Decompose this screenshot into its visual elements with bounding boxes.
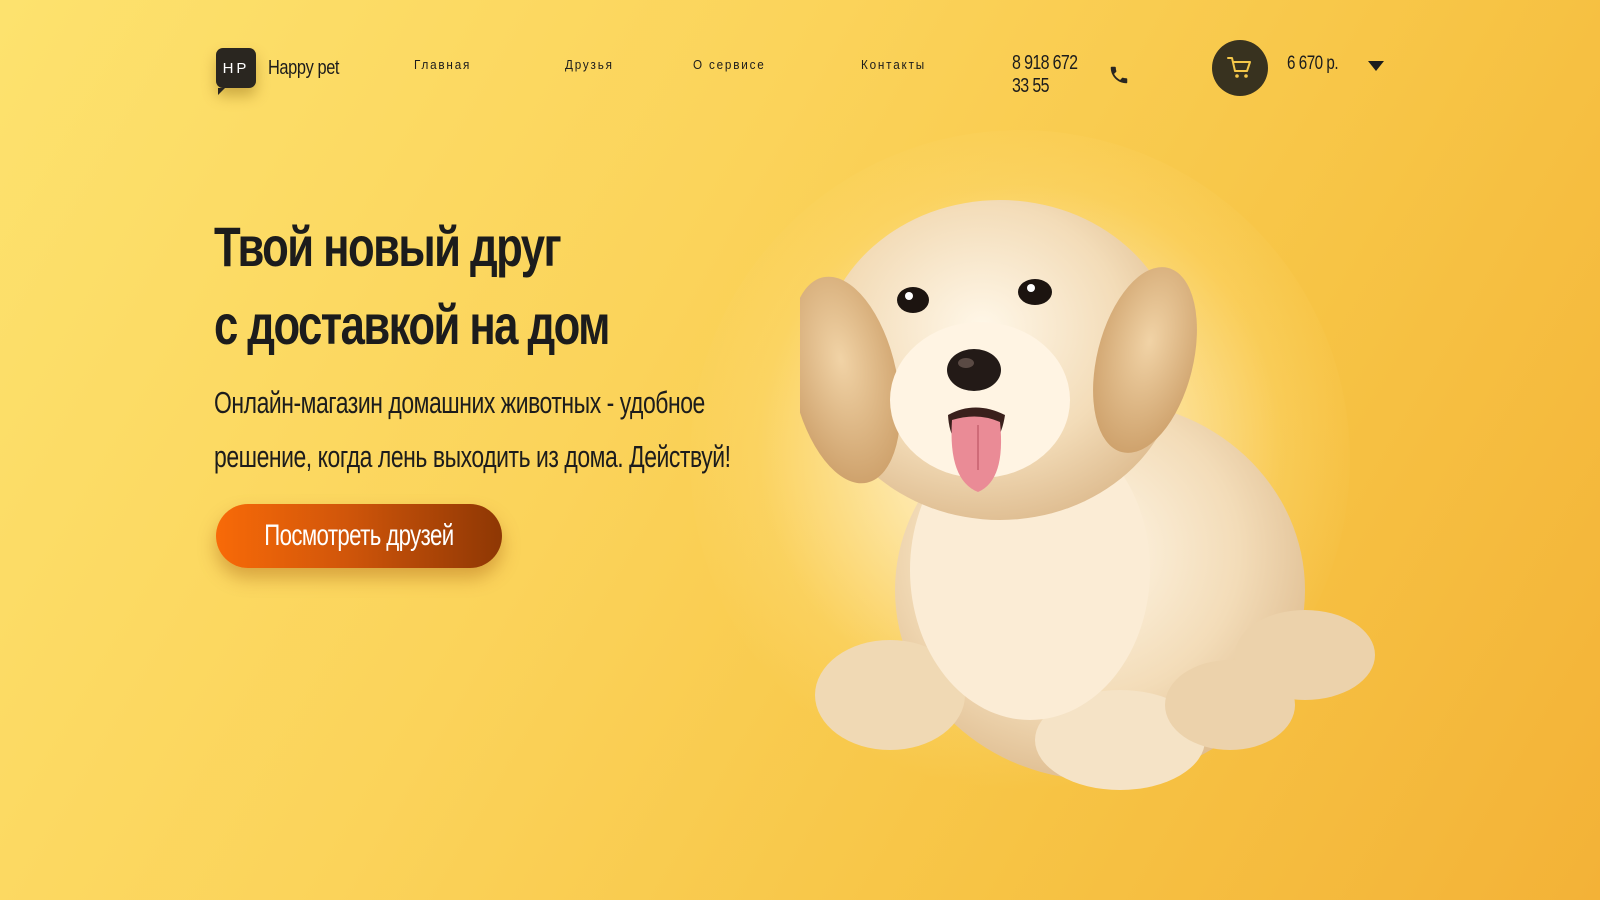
cart-total: 6 670 р. (1287, 53, 1339, 74)
view-friends-label: Посмотреть друзей (264, 519, 454, 552)
view-friends-button[interactable]: Посмотреть друзей (216, 504, 502, 568)
hero-title-line: с доставкой на дом (214, 293, 610, 356)
site-header: HP Happy pet Главная Друзья О сервисе Ко… (0, 0, 1600, 130)
logo[interactable]: HP Happy pet (216, 48, 355, 95)
cart-icon (1227, 57, 1251, 78)
caret-down-icon[interactable] (1367, 60, 1385, 72)
hero-title-line: Твой новый друг (214, 215, 562, 278)
hero-subtitle-line: решение, когда лень выходить из дома. Де… (214, 439, 731, 474)
hero-subtitle-line: Онлайн-магазин домашних животных - удобн… (214, 385, 705, 420)
nav-link-home[interactable]: Главная (414, 57, 471, 72)
phone-link[interactable]: 8 918 672 33 55 (1012, 52, 1130, 98)
logo-mark: HP (216, 48, 256, 95)
brand-name: Happy pet (268, 56, 340, 79)
nav-link-friends[interactable]: Друзья (565, 57, 614, 72)
phone-number: 8 918 672 33 55 (1012, 52, 1078, 97)
hero-subtitle: Онлайн-магазин домашних животных - удобн… (214, 376, 731, 484)
phone-icon (1110, 66, 1128, 84)
nav-link-about[interactable]: О сервисе (693, 57, 766, 72)
puppy-illustration (800, 200, 1375, 790)
nav-link-contacts[interactable]: Контакты (861, 57, 926, 72)
hero-title: Твой новый друг с доставкой на дом (214, 208, 610, 364)
cart-button[interactable] (1212, 40, 1268, 96)
